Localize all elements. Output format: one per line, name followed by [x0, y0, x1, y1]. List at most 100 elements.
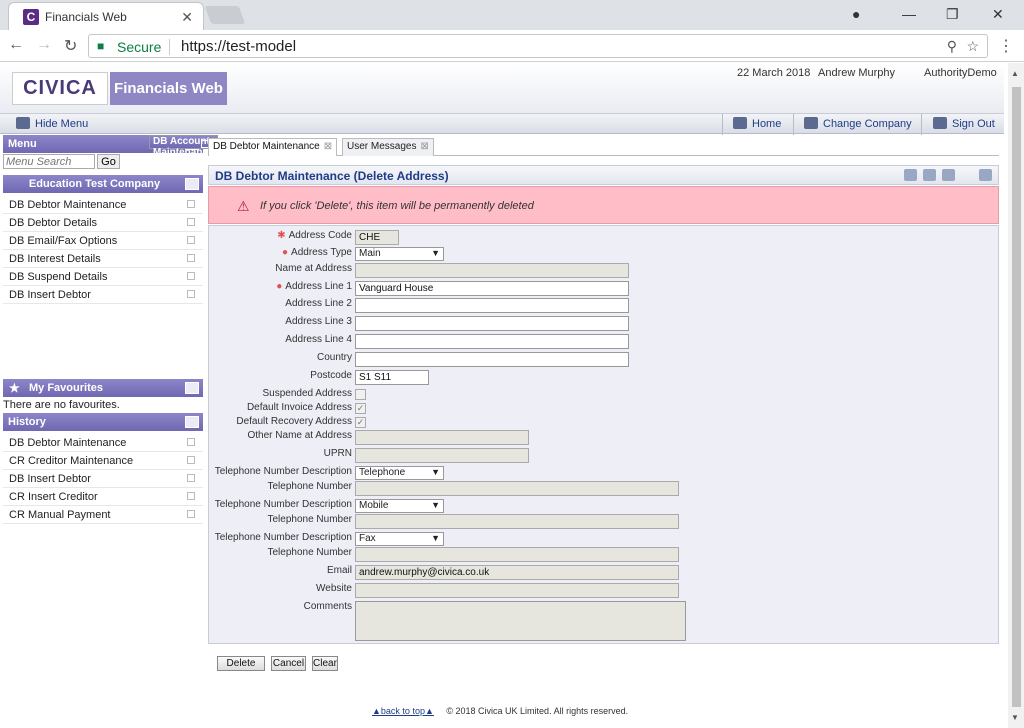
- back-to-top-link[interactable]: ▲back to top▲: [372, 706, 434, 716]
- page-scrollbar[interactable]: ▲ ▼: [1008, 63, 1024, 728]
- sidebar-item-db-email-fax-options[interactable]: DB Email/Fax Options: [3, 232, 203, 250]
- history-item-db-debtor-maintenance[interactable]: DB Debtor Maintenance: [3, 434, 203, 452]
- panel-title: DB Debtor Maintenance (Delete Address): [208, 165, 999, 185]
- address-bar[interactable]: ■ Secure https://test-model ⚲ ☆: [88, 34, 988, 58]
- minimize-icon[interactable]: —: [902, 6, 916, 22]
- reload-icon[interactable]: ↻: [64, 36, 77, 56]
- print-icon[interactable]: [942, 169, 955, 181]
- zoom-icon[interactable]: ⚲: [947, 38, 957, 55]
- browser-tab[interactable]: C Financials Web ✕: [8, 2, 204, 30]
- sign-out-button[interactable]: Sign Out: [933, 117, 995, 130]
- footer: ▲back to top▲ © 2018 Civica UK Limited. …: [372, 706, 628, 716]
- maximize-icon[interactable]: ❐: [946, 6, 959, 23]
- scrollbar-thumb[interactable]: [1012, 87, 1021, 707]
- open-icon[interactable]: [187, 474, 195, 482]
- address-line-1-field[interactable]: Vanguard House: [355, 281, 629, 296]
- open-icon[interactable]: [187, 290, 195, 298]
- suspended-checkbox[interactable]: [355, 389, 366, 400]
- authority-name: AuthorityDemo: [924, 67, 997, 79]
- website-label: Website: [316, 583, 352, 594]
- default-invoice-checkbox[interactable]: ✓: [355, 403, 366, 414]
- open-icon[interactable]: [187, 492, 195, 500]
- default-recovery-checkbox[interactable]: ✓: [355, 417, 366, 428]
- menu-search-input[interactable]: [3, 154, 95, 169]
- go-button[interactable]: Go: [97, 154, 120, 169]
- content-tabs: DB Debtor Maintenance ⊠ User Messages ⊠: [208, 135, 999, 156]
- pin-icon[interactable]: [185, 416, 199, 428]
- browser-menu-icon[interactable]: ⋮: [998, 36, 1014, 56]
- open-icon[interactable]: [187, 510, 195, 518]
- warning-icon: ⚠: [237, 198, 250, 214]
- menu-title: Menu: [8, 138, 37, 150]
- open-icon[interactable]: [187, 456, 195, 464]
- sidebar-item-db-debtor-details[interactable]: DB Debtor Details: [3, 214, 203, 232]
- sign-out-label: Sign Out: [952, 118, 995, 130]
- close-tab-icon[interactable]: ⊠: [324, 141, 332, 152]
- tel-desc-2-select[interactable]: Mobile ▼: [355, 499, 444, 513]
- history-item-db-insert-debtor[interactable]: DB Insert Debtor: [3, 470, 203, 488]
- company-header[interactable]: Education Test Company: [3, 175, 203, 193]
- clear-button[interactable]: Clear: [312, 656, 338, 671]
- delete-button[interactable]: Delete: [217, 656, 265, 671]
- new-tab-button[interactable]: [204, 6, 246, 24]
- close-tab-icon[interactable]: ✕: [181, 9, 193, 26]
- comments-label: Comments: [303, 601, 352, 612]
- close-tab-icon[interactable]: ⊠: [420, 141, 428, 152]
- address-line-2-field[interactable]: [355, 298, 629, 313]
- open-icon[interactable]: [187, 438, 195, 446]
- warning-message: If you click 'Delete', this item will be…: [260, 200, 534, 212]
- hide-menu-button[interactable]: Hide Menu: [16, 117, 88, 130]
- comments-textarea[interactable]: [355, 601, 686, 641]
- forward-icon[interactable]: →: [36, 36, 52, 54]
- address-type-select[interactable]: Main ▼: [355, 247, 444, 261]
- change-company-button[interactable]: Change Company: [804, 117, 912, 130]
- open-icon[interactable]: [187, 236, 195, 244]
- cancel-button[interactable]: Cancel: [271, 656, 306, 671]
- close-window-icon[interactable]: ✕: [992, 6, 1004, 23]
- country-field[interactable]: [355, 352, 629, 367]
- star-icon[interactable]: ☆: [966, 38, 979, 55]
- tab-user-messages[interactable]: User Messages ⊠: [342, 138, 434, 156]
- export-icon[interactable]: [923, 169, 936, 181]
- open-icon[interactable]: [187, 254, 195, 262]
- address-line-3-field[interactable]: [355, 316, 629, 331]
- sidebar-item-db-interest-details[interactable]: DB Interest Details: [3, 250, 203, 268]
- divider: [169, 39, 170, 55]
- building-icon: [804, 117, 818, 129]
- tel-num-1-field: [355, 481, 679, 496]
- pin-icon[interactable]: [185, 382, 199, 394]
- history-item-cr-creditor-maintenance[interactable]: CR Creditor Maintenance: [3, 452, 203, 470]
- tel-num-3-field: [355, 547, 679, 562]
- other-name-field: [355, 430, 529, 445]
- civica-favicon-icon: C: [23, 9, 39, 25]
- pin-icon[interactable]: [979, 169, 992, 181]
- tel-num-2-row: Telephone Number: [209, 514, 1000, 530]
- postcode-row: Postcode S1 S11: [209, 370, 1000, 386]
- tab-db-debtor-maintenance[interactable]: DB Debtor Maintenance ⊠: [208, 138, 338, 156]
- sidebar-item-db-insert-debtor[interactable]: DB Insert Debtor: [3, 286, 203, 304]
- tel-desc-1-row: Telephone Number Description Telephone ▼: [209, 466, 1000, 482]
- uprn-row: UPRN: [209, 448, 1000, 464]
- history-item-cr-insert-creditor[interactable]: CR Insert Creditor: [3, 488, 203, 506]
- profile-icon[interactable]: ●: [852, 6, 860, 22]
- history-item-cr-manual-payment[interactable]: CR Manual Payment: [3, 506, 203, 524]
- tel-desc-3-select[interactable]: Fax ▼: [355, 532, 444, 546]
- help-icon[interactable]: [904, 169, 917, 181]
- url-text[interactable]: https://test-model: [181, 38, 296, 55]
- open-icon[interactable]: [187, 218, 195, 226]
- address-line-2-label: Address Line 2: [285, 298, 352, 309]
- tel-desc-1-select[interactable]: Telephone ▼: [355, 466, 444, 480]
- app-toolbar: Hide Menu Home Change Company Sign Out: [0, 113, 1004, 135]
- sidebar-item-db-debtor-maintenance[interactable]: DB Debtor Maintenance: [3, 196, 203, 214]
- scroll-down-icon[interactable]: ▼: [1011, 713, 1019, 722]
- scroll-up-icon[interactable]: ▲: [1011, 69, 1019, 78]
- address-line-4-field[interactable]: [355, 334, 629, 349]
- open-icon[interactable]: [187, 272, 195, 280]
- open-icon[interactable]: [187, 200, 195, 208]
- home-button[interactable]: Home: [733, 117, 781, 130]
- address-type-label: ● Address Type: [281, 247, 352, 258]
- postcode-field[interactable]: S1 S11: [355, 370, 429, 385]
- pin-icon[interactable]: [185, 178, 199, 190]
- back-icon[interactable]: ←: [8, 36, 24, 54]
- sidebar-item-db-suspend-details[interactable]: DB Suspend Details: [3, 268, 203, 286]
